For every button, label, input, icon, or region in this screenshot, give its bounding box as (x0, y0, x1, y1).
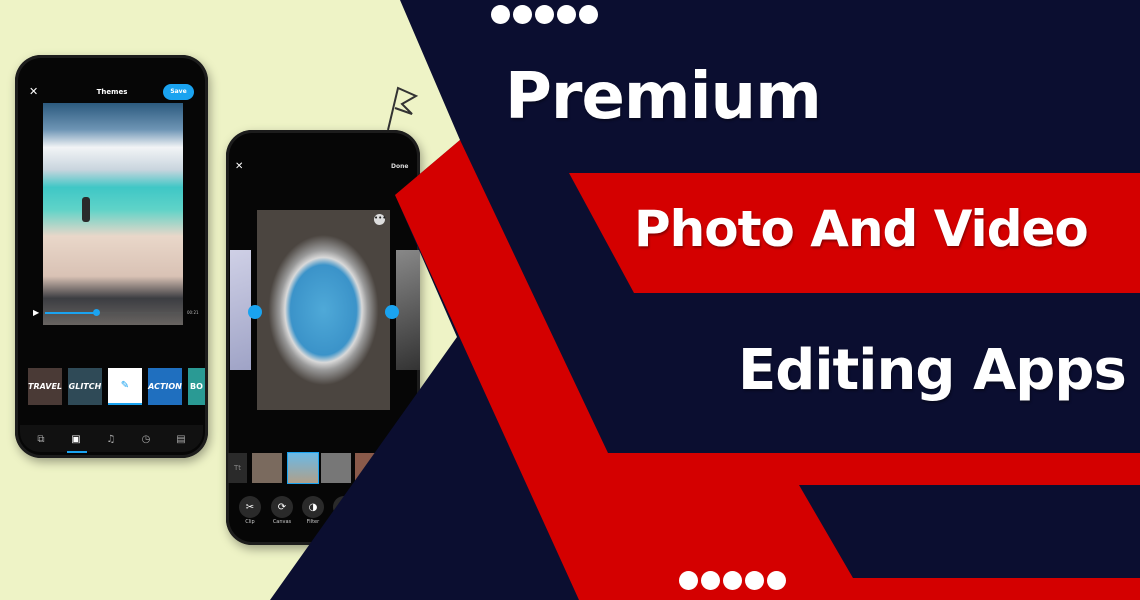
headline-editing-apps: Editing Apps (738, 338, 1127, 403)
headline-premium: Premium (505, 60, 822, 134)
bottom-dots (679, 571, 789, 594)
top-dots (491, 5, 601, 28)
headline-photo-and-video: Photo And Video (634, 200, 1089, 258)
